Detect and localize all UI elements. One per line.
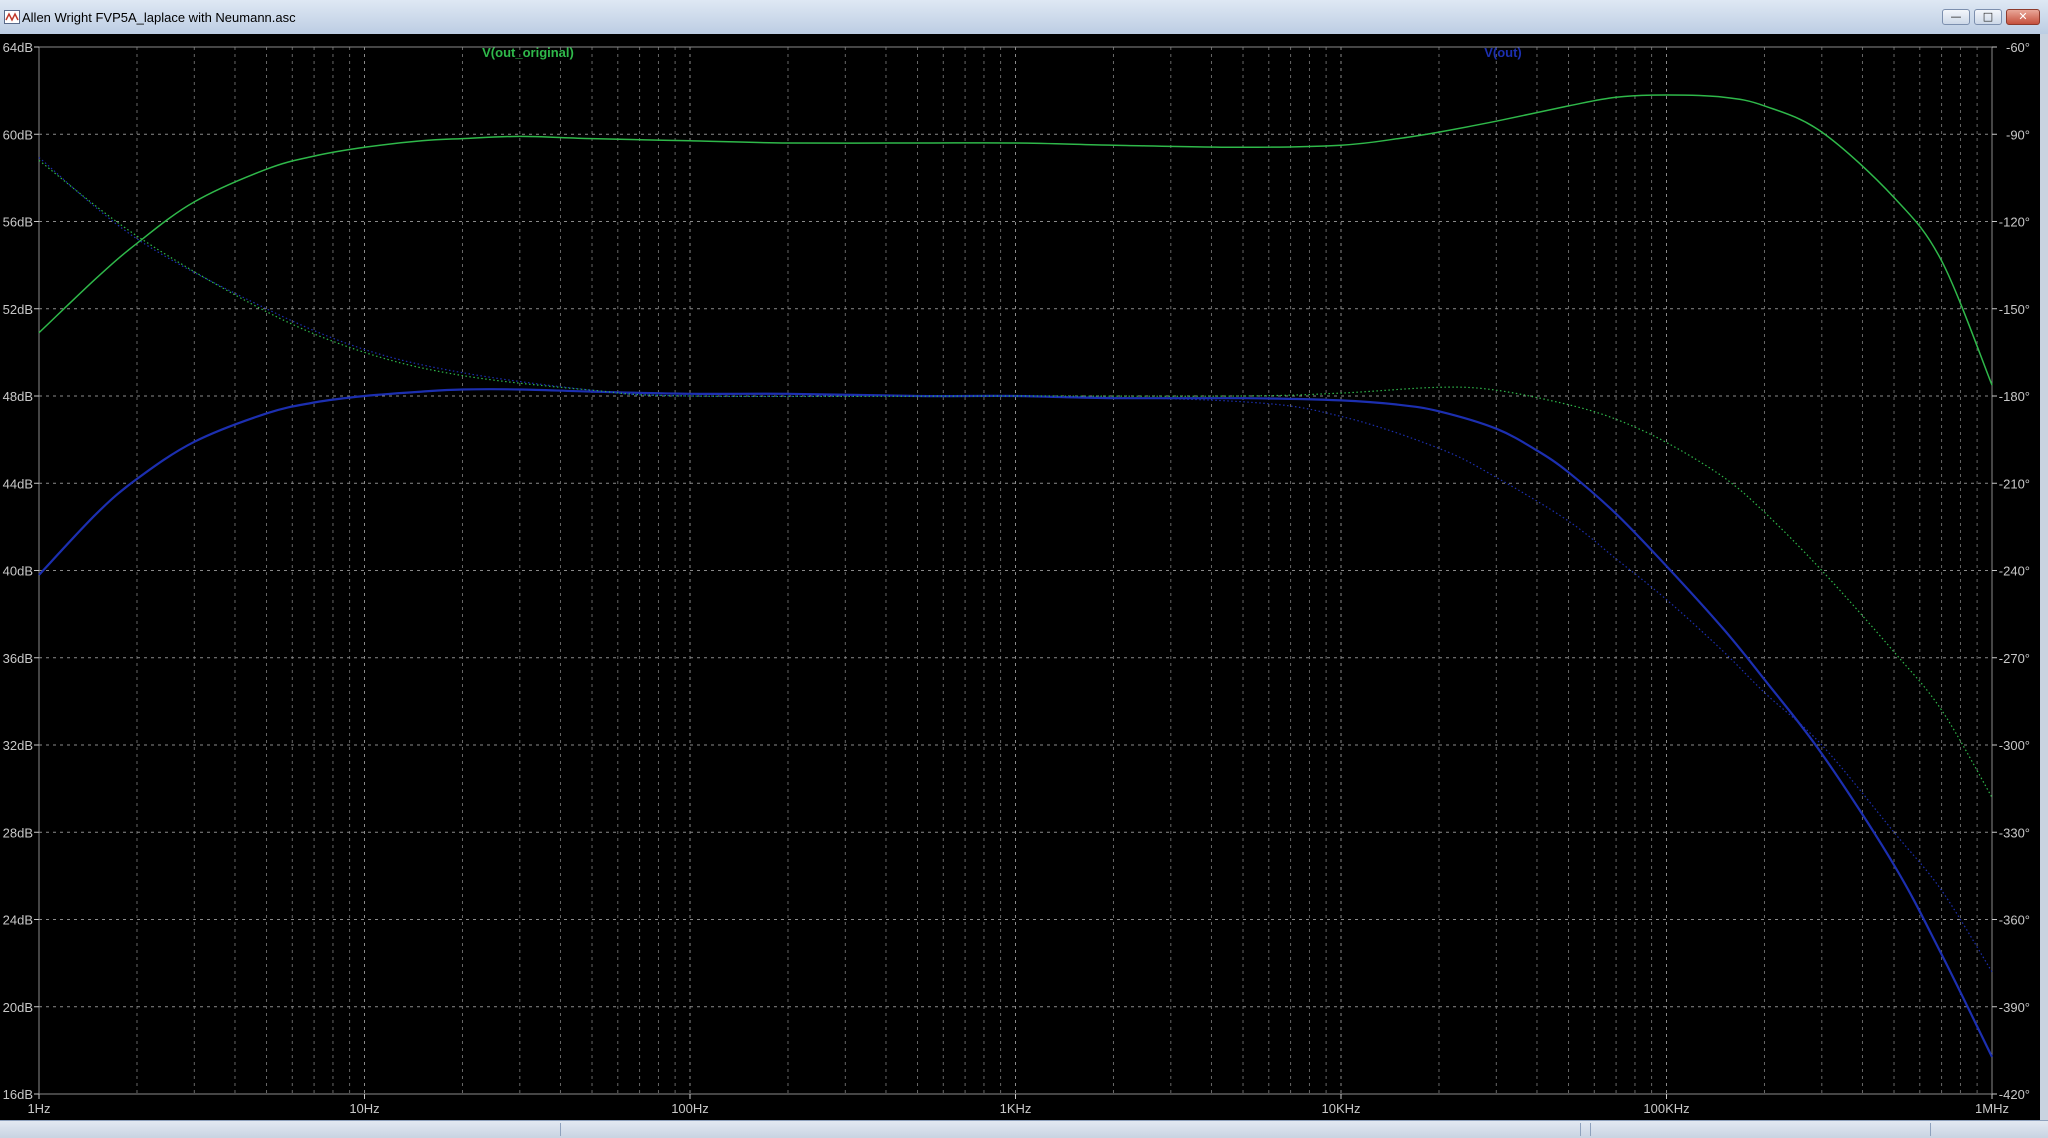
title-bar: Allen Wright FVP5A_laplace with Neumann.…	[0, 0, 2048, 35]
x-tick-label: 1Hz	[27, 1101, 50, 1116]
right-tick-label: -420°	[1999, 1087, 2030, 1102]
left-tick-label: 24dB	[3, 913, 33, 928]
x-tick-label: 10KHz	[1321, 1101, 1360, 1116]
close-button[interactable]: ✕	[2006, 9, 2040, 25]
legend-entry-v-out-original: V(out_original)	[482, 45, 574, 60]
left-tick-label: 60dB	[3, 127, 33, 142]
plot-traces	[38, 94, 1993, 1058]
close-icon: ✕	[2018, 10, 2028, 23]
minimize-icon: —	[1950, 10, 1962, 23]
right-axis-ticks: -60° -90° -120° -150° -180° -210° -240° -270° -3…	[1992, 40, 2030, 1102]
window-frame-right	[2040, 34, 2048, 1120]
x-tick-label: 100Hz	[671, 1101, 709, 1116]
status-bar-divider	[1590, 1123, 1591, 1136]
right-tick-label: -60°	[2006, 40, 2030, 55]
right-tick-label: -90°	[2006, 127, 2030, 142]
x-tick-label: 10Hz	[349, 1101, 379, 1116]
x-axis-ticks: 1Hz 10Hz 100Hz 1KHz 10KHz 100KHz 1MHz	[27, 1094, 2009, 1116]
left-tick-label: 48dB	[3, 389, 33, 404]
left-tick-label: 32dB	[3, 738, 33, 753]
status-bar-divider	[1930, 1123, 1931, 1136]
left-tick-label: 64dB	[3, 40, 33, 55]
right-tick-label: -360°	[1999, 913, 2030, 928]
right-tick-label: -300°	[1999, 738, 2030, 753]
left-tick-label: 56dB	[3, 215, 33, 230]
maximize-button[interactable]: □	[1974, 9, 2002, 25]
minimize-button[interactable]: —	[1942, 9, 1970, 25]
status-bar-divider	[560, 1123, 561, 1136]
left-tick-label: 44dB	[3, 476, 33, 491]
status-bar-divider	[1580, 1123, 1581, 1136]
x-tick-label: 100KHz	[1643, 1101, 1689, 1116]
legend-entry-v-out: V(out)	[1484, 45, 1522, 60]
x-tick-label: 1KHz	[1000, 1101, 1032, 1116]
left-tick-label: 52dB	[3, 302, 33, 317]
right-tick-label: -390°	[1999, 1000, 2030, 1015]
left-tick-label: 36dB	[3, 651, 33, 666]
window-title: Allen Wright FVP5A_laplace with Neumann.…	[22, 10, 296, 25]
right-tick-label: -120°	[1999, 215, 2030, 230]
right-tick-label: -330°	[1999, 825, 2030, 840]
right-tick-label: -210°	[1999, 476, 2030, 491]
ltspice-waveform-icon	[4, 10, 20, 24]
plot-grid	[38, 46, 1993, 1095]
left-tick-label: 16dB	[3, 1087, 33, 1102]
maximize-icon: □	[1982, 10, 1994, 23]
right-tick-label: -270°	[1999, 651, 2030, 666]
left-tick-label: 20dB	[3, 1000, 33, 1015]
waveform-plot-pane[interactable]: 64dB 60dB 56dB 52dB 48dB 44dB 40dB 36dB 32dB 28dB…	[0, 34, 2040, 1120]
right-tick-label: -150°	[1999, 302, 2030, 317]
bode-plot[interactable]: 64dB 60dB 56dB 52dB 48dB 44dB 40dB 36dB 32dB 28dB…	[0, 34, 2040, 1120]
left-tick-label: 40dB	[3, 564, 33, 579]
status-bar	[0, 1120, 2048, 1138]
trace-v-out-original-phase	[38, 159, 1993, 798]
left-tick-label: 28dB	[3, 825, 33, 840]
right-tick-label: -240°	[1999, 564, 2030, 579]
left-axis-ticks: 64dB 60dB 56dB 52dB 48dB 44dB 40dB 36dB 32dB 28dB…	[3, 40, 39, 1102]
x-tick-label: 1MHz	[1975, 1101, 2009, 1116]
right-tick-label: -180°	[1999, 389, 2030, 404]
